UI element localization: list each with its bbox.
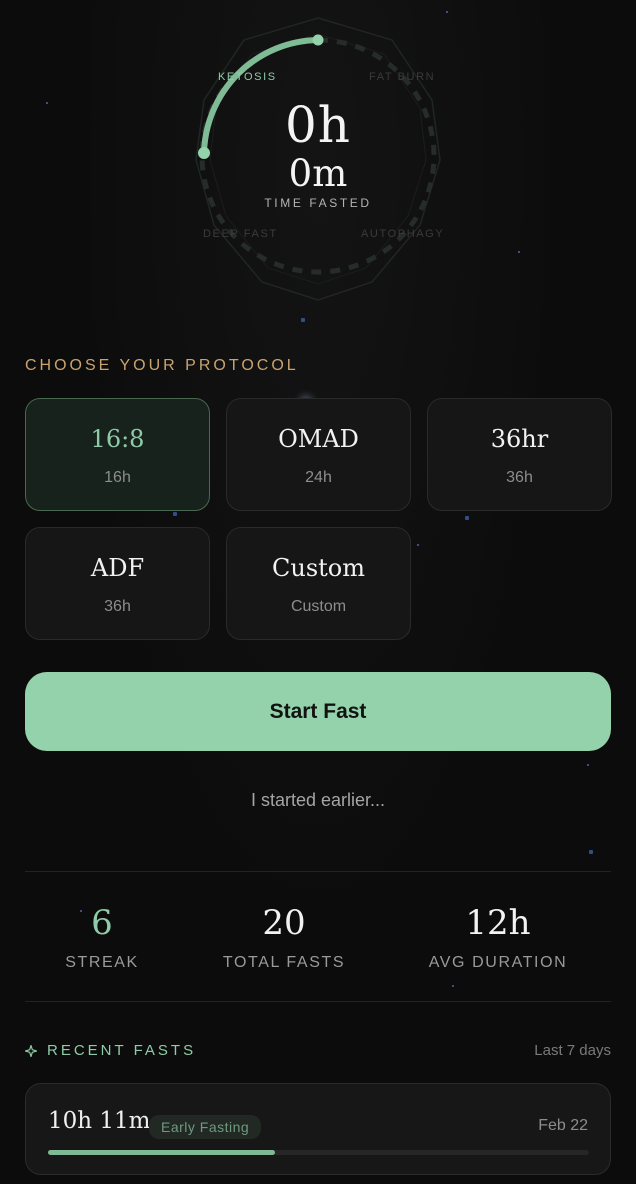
stat-value: 12h bbox=[465, 903, 531, 943]
star-decoration bbox=[173, 512, 177, 516]
start-fast-button[interactable]: Start Fast bbox=[25, 672, 611, 751]
stat-value: 6 bbox=[91, 903, 113, 943]
stat-label: AVG DURATION bbox=[428, 954, 568, 971]
fast-date: Feb 22 bbox=[538, 1117, 588, 1134]
stat-total-fasts: 20 TOTAL FASTS bbox=[204, 900, 364, 972]
phase-deep-fast-label: DEEP FAST bbox=[203, 228, 278, 240]
recent-fasts-header: RECENT FASTS bbox=[25, 1042, 196, 1059]
protocol-name: OMAD bbox=[278, 425, 359, 453]
star-decoration bbox=[452, 985, 454, 987]
started-earlier-link[interactable]: I started earlier... bbox=[0, 790, 636, 811]
fast-phase-badge: Early Fasting bbox=[149, 1115, 262, 1139]
protocol-duration: 36h bbox=[104, 598, 131, 615]
phase-fat-burn-label: FAT BURN bbox=[369, 71, 436, 83]
protocol-duration: 36h bbox=[506, 469, 533, 486]
fasting-timer-dial: KETOSIS FAT BURN DEEP FAST AUTOPHAGY 0h … bbox=[0, 0, 636, 320]
fast-progress-fill bbox=[48, 1150, 276, 1155]
protocol-duration: Custom bbox=[290, 598, 347, 615]
protocol-duration: 24h bbox=[305, 469, 332, 486]
phase-autophagy-label: AUTOPHAGY bbox=[361, 228, 445, 240]
recent-range-filter[interactable]: Last 7 days bbox=[534, 1042, 611, 1059]
protocol-option-36hr[interactable]: 36hr 36h bbox=[427, 398, 612, 511]
phase-ketosis-label: KETOSIS bbox=[218, 71, 277, 83]
star-decoration bbox=[589, 850, 593, 854]
protocol-name: 16:8 bbox=[90, 425, 145, 453]
stat-avg-duration: 12h AVG DURATION bbox=[418, 900, 578, 972]
timer-label: TIME FASTED bbox=[264, 196, 372, 210]
protocol-name: 36hr bbox=[490, 425, 549, 453]
dial-end-marker bbox=[312, 34, 324, 46]
recent-fasts-title: RECENT FASTS bbox=[47, 1042, 197, 1059]
stat-streak: 6 STREAK bbox=[42, 900, 162, 972]
stats-bottom-divider bbox=[25, 1001, 611, 1002]
protocol-section-title: CHOOSE YOUR PROTOCOL bbox=[25, 357, 299, 374]
protocol-name: ADF bbox=[90, 554, 145, 582]
stat-value: 20 bbox=[262, 903, 306, 943]
fast-duration: 10h 11m bbox=[48, 1108, 151, 1134]
fast-progress-track bbox=[48, 1150, 589, 1155]
timer-hours: 0h bbox=[284, 96, 351, 154]
stats-top-divider bbox=[25, 871, 611, 872]
protocol-option-custom[interactable]: Custom Custom bbox=[226, 527, 411, 640]
protocol-option-16-8[interactable]: 16:8 16h bbox=[25, 398, 210, 511]
sparkle-icon bbox=[25, 1044, 37, 1057]
star-decoration bbox=[417, 544, 419, 546]
star-decoration bbox=[587, 764, 589, 766]
protocol-option-omad[interactable]: OMAD 24h bbox=[226, 398, 411, 511]
timer-minutes: 0m bbox=[288, 152, 348, 195]
star-decoration bbox=[465, 516, 469, 520]
stat-label: TOTAL FASTS bbox=[222, 954, 346, 971]
protocol-duration: 16h bbox=[104, 469, 131, 486]
stat-label: STREAK bbox=[65, 954, 139, 971]
recent-fast-item[interactable]: 10h 11m Early Fasting Feb 22 bbox=[25, 1083, 611, 1175]
protocol-name: Custom bbox=[272, 554, 365, 582]
app-screen: KETOSIS FAT BURN DEEP FAST AUTOPHAGY 0h … bbox=[0, 0, 636, 1184]
protocol-option-adf[interactable]: ADF 36h bbox=[25, 527, 210, 640]
